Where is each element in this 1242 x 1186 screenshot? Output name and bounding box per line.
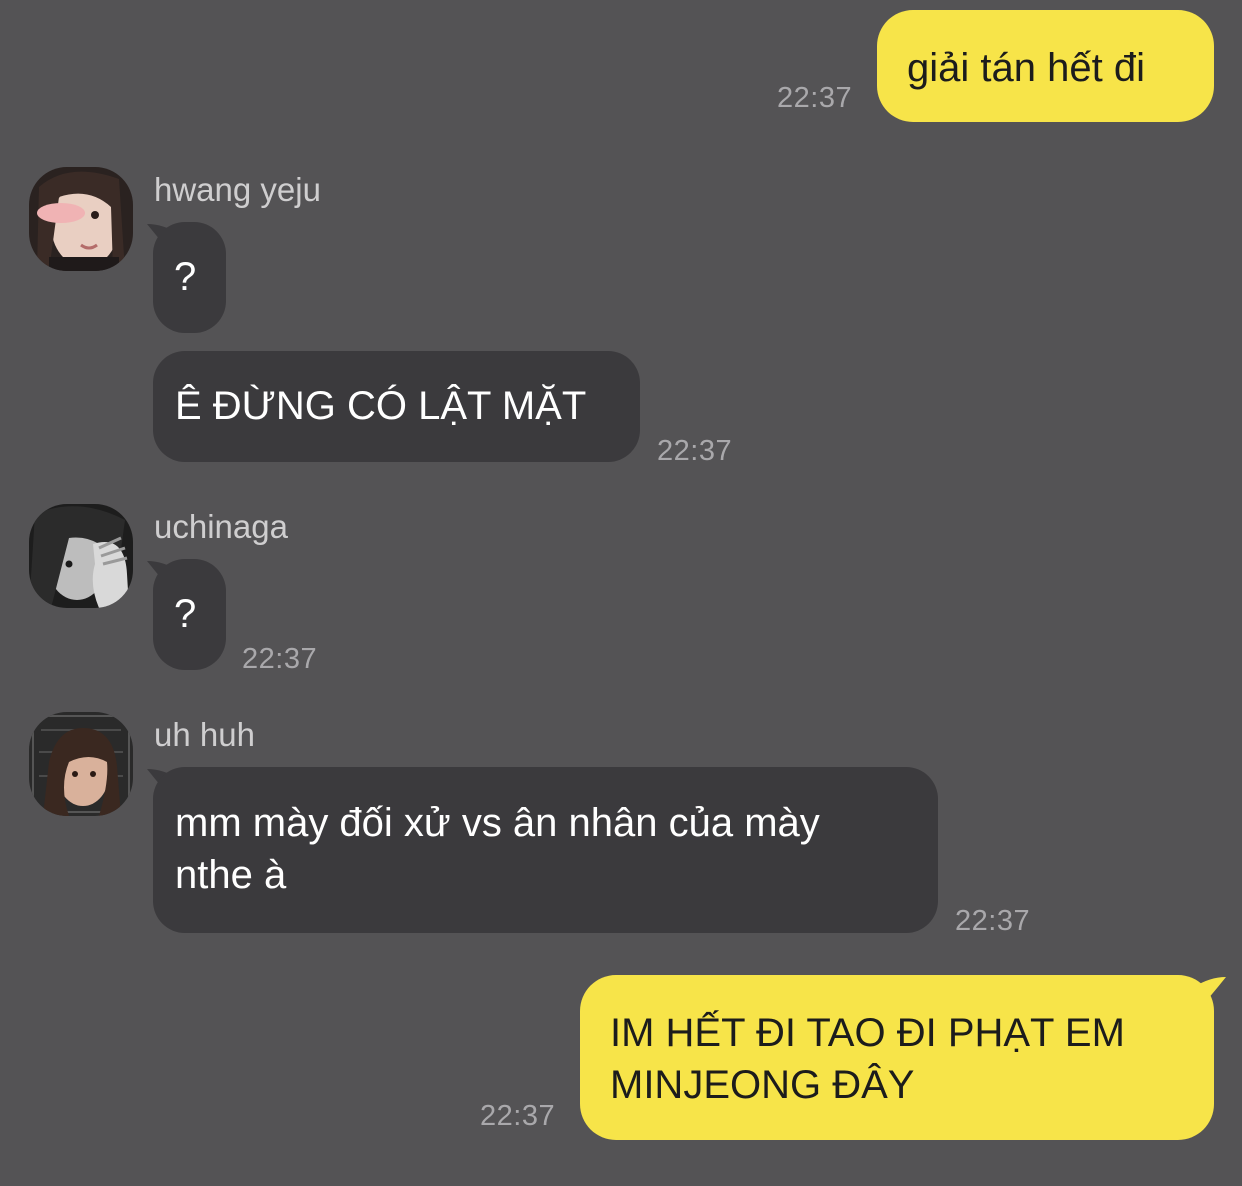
message-text: Ê ĐỪNG CÓ LẬT MẶT [175, 384, 587, 428]
message-timestamp: 22:37 [657, 435, 733, 467]
outgoing-message-bubble[interactable]: giải tán hết đi [877, 10, 1214, 122]
sender-name: uh huh [154, 716, 255, 753]
message-text-line: nthe à [175, 853, 287, 897]
incoming-message-bubble[interactable]: Ê ĐỪNG CÓ LẬT MẶT [153, 351, 640, 462]
message-timestamp: 22:37 [242, 643, 318, 675]
message-text-line: IM HẾT ĐI TAO ĐI PHẠT EM [610, 1011, 1125, 1055]
avatar-uh-huh[interactable] [29, 712, 133, 816]
message-text: ? [174, 255, 197, 299]
avatar-uchinaga[interactable] [29, 504, 133, 608]
message-timestamp: 22:37 [955, 905, 1031, 937]
outgoing-message-bubble[interactable]: IM HẾT ĐI TAO ĐI PHẠT EM MINJEONG ĐÂY [580, 975, 1214, 1140]
incoming-message-bubble[interactable]: ? [153, 559, 226, 670]
message-text: ? [174, 592, 197, 636]
sender-name: hwang yeju [154, 171, 321, 208]
incoming-message-bubble[interactable]: mm mày đối xử vs ân nhân của mày nthe à [153, 767, 938, 933]
incoming-message-bubble[interactable]: ? [153, 222, 226, 333]
message-text: giải tán hết đi [907, 46, 1145, 90]
avatar-hwang-yeju[interactable] [29, 167, 133, 271]
message-text-line: MINJEONG ĐÂY [610, 1063, 915, 1107]
sender-name: uchinaga [154, 508, 288, 545]
message-timestamp: 22:37 [480, 1100, 556, 1132]
message-text-line: mm mày đối xử vs ân nhân của mày [175, 801, 820, 845]
message-timestamp: 22:37 [777, 82, 853, 114]
